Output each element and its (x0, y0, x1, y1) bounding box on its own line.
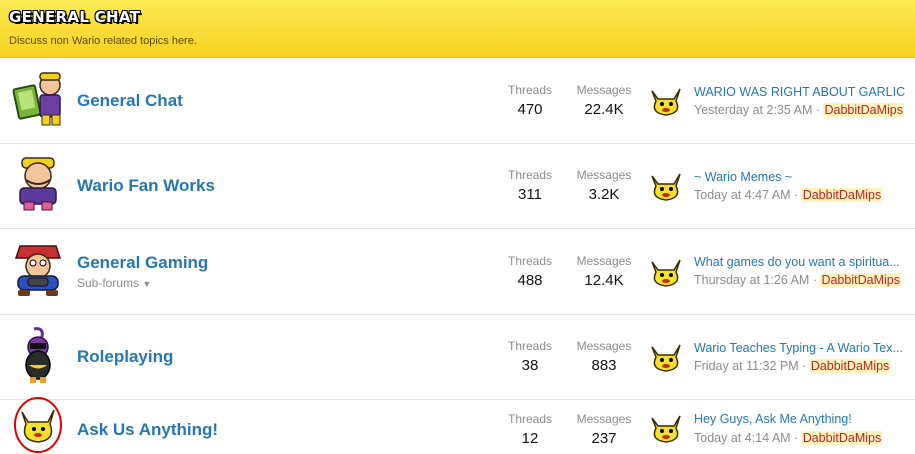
avatar[interactable] (648, 168, 684, 204)
node-title[interactable]: General Gaming (77, 253, 208, 273)
threads-count: 488 (517, 272, 543, 289)
last-post-time[interactable]: Thursday at 1:26 AM (694, 273, 809, 287)
threads-label: Threads (507, 83, 553, 97)
separator: · (790, 431, 802, 445)
messages-stat: Messages 883 (570, 339, 638, 374)
last-post-time[interactable]: Yesterday at 2:35 AM (694, 103, 812, 117)
threads-stat: Threads 470 (500, 83, 560, 118)
messages-label: Messages (576, 168, 632, 182)
last-post-title[interactable]: Wario Teaches Typing - A Wario Tex... (694, 341, 909, 355)
messages-label: Messages (576, 339, 632, 353)
separator: · (812, 103, 824, 117)
last-post-title[interactable]: What games do you want a spiritua... (694, 255, 909, 269)
last-post-time[interactable]: Today at 4:47 AM (694, 188, 791, 202)
category-description: Discuss non Wario related topics here. (9, 35, 197, 47)
last-post-username[interactable]: DabbitDaMips (801, 188, 883, 202)
wario-gamer-icon (14, 245, 62, 296)
wario-computer-icon (12, 72, 61, 126)
last-post-title[interactable]: WARIO WAS RIGHT ABOUT GARLIC (694, 85, 909, 99)
threads-count: 12 (521, 430, 539, 447)
threads-count: 38 (521, 357, 539, 374)
last-post-meta: Today at 4:14 AM · DabbitDaMips (694, 431, 883, 445)
separator: · (809, 273, 821, 287)
messages-stat: Messages 22.4K (570, 83, 638, 118)
avatar[interactable] (648, 254, 684, 290)
last-post-meta: Friday at 11:32 PM · DabbitDaMips (694, 359, 891, 373)
messages-stat: Messages 237 (570, 412, 638, 447)
separator: · (798, 359, 810, 373)
caret-down-icon: ▼ (142, 279, 152, 289)
messages-count: 22.4K (584, 101, 624, 118)
messages-label: Messages (576, 254, 632, 268)
last-post-meta: Yesterday at 2:35 AM · DabbitDaMips (694, 103, 904, 117)
subforums-menu[interactable]: Sub-forums ▼ (77, 276, 151, 290)
threads-stat: Threads 488 (500, 254, 560, 289)
waluigi-mask-icon (25, 327, 51, 383)
last-post-time[interactable]: Friday at 11:32 PM (694, 359, 799, 373)
threads-label: Threads (507, 339, 553, 353)
last-post-username[interactable]: DabbitDaMips (801, 431, 883, 445)
threads-label: Threads (507, 412, 553, 426)
node-title[interactable]: Wario Fan Works (77, 176, 215, 196)
last-post-username[interactable]: DabbitDaMips (823, 103, 904, 117)
node-title[interactable]: Roleplaying (77, 347, 173, 367)
threads-stat: Threads 311 (500, 168, 560, 203)
avatar[interactable] (648, 339, 684, 375)
category-header: General Chat Discuss non Wario related t… (0, 0, 915, 58)
last-post-title[interactable]: ~ Wario Memes ~ (694, 170, 909, 184)
last-post-meta: Thursday at 1:26 AM · DabbitDaMips (694, 273, 901, 287)
forum-node-ask-us-anything: Ask Us Anything! Threads 12 Messages 237… (0, 397, 915, 454)
forum-node-wario-fan-works: Wario Fan Works Threads 311 Messages 3.2… (0, 144, 915, 229)
messages-stat: Messages 3.2K (570, 168, 638, 203)
last-post-username[interactable]: DabbitDaMips (809, 359, 891, 373)
avatar[interactable] (648, 83, 684, 119)
separator: · (790, 188, 802, 202)
last-post-title[interactable]: Hey Guys, Ask Me Anything! (694, 412, 909, 426)
threads-label: Threads (507, 168, 553, 182)
messages-count: 12.4K (584, 272, 624, 289)
messages-count: 3.2K (588, 186, 620, 203)
threads-label: Threads (507, 254, 553, 268)
messages-count: 237 (591, 430, 617, 447)
node-title[interactable]: General Chat (77, 91, 183, 111)
forum-node-general-gaming: General Gaming Sub-forums ▼ Threads 488 … (0, 229, 915, 315)
last-post-meta: Today at 4:47 AM · DabbitDaMips (694, 188, 883, 202)
threads-stat: Threads 12 (500, 412, 560, 447)
avatar[interactable] (648, 410, 684, 446)
messages-label: Messages (576, 412, 632, 426)
threads-count: 470 (517, 101, 543, 118)
pikachu-wario-icon (14, 397, 62, 453)
last-post-time[interactable]: Today at 4:14 AM (694, 431, 791, 445)
forum-node-general-chat: General Chat Threads 470 Messages 22.4K … (0, 59, 915, 144)
subforums-label: Sub-forums (77, 276, 140, 290)
messages-label: Messages (576, 83, 632, 97)
last-post-username[interactable]: DabbitDaMips (820, 273, 901, 287)
threads-count: 311 (518, 186, 542, 203)
forum-node-roleplaying: Roleplaying Threads 38 Messages 883 Wari… (0, 315, 915, 400)
messages-count: 883 (591, 357, 617, 374)
category-title[interactable]: General Chat (9, 8, 906, 26)
wario-character-icon (19, 157, 57, 211)
threads-stat: Threads 38 (500, 339, 560, 374)
messages-stat: Messages 12.4K (570, 254, 638, 289)
node-title[interactable]: Ask Us Anything! (77, 420, 218, 440)
